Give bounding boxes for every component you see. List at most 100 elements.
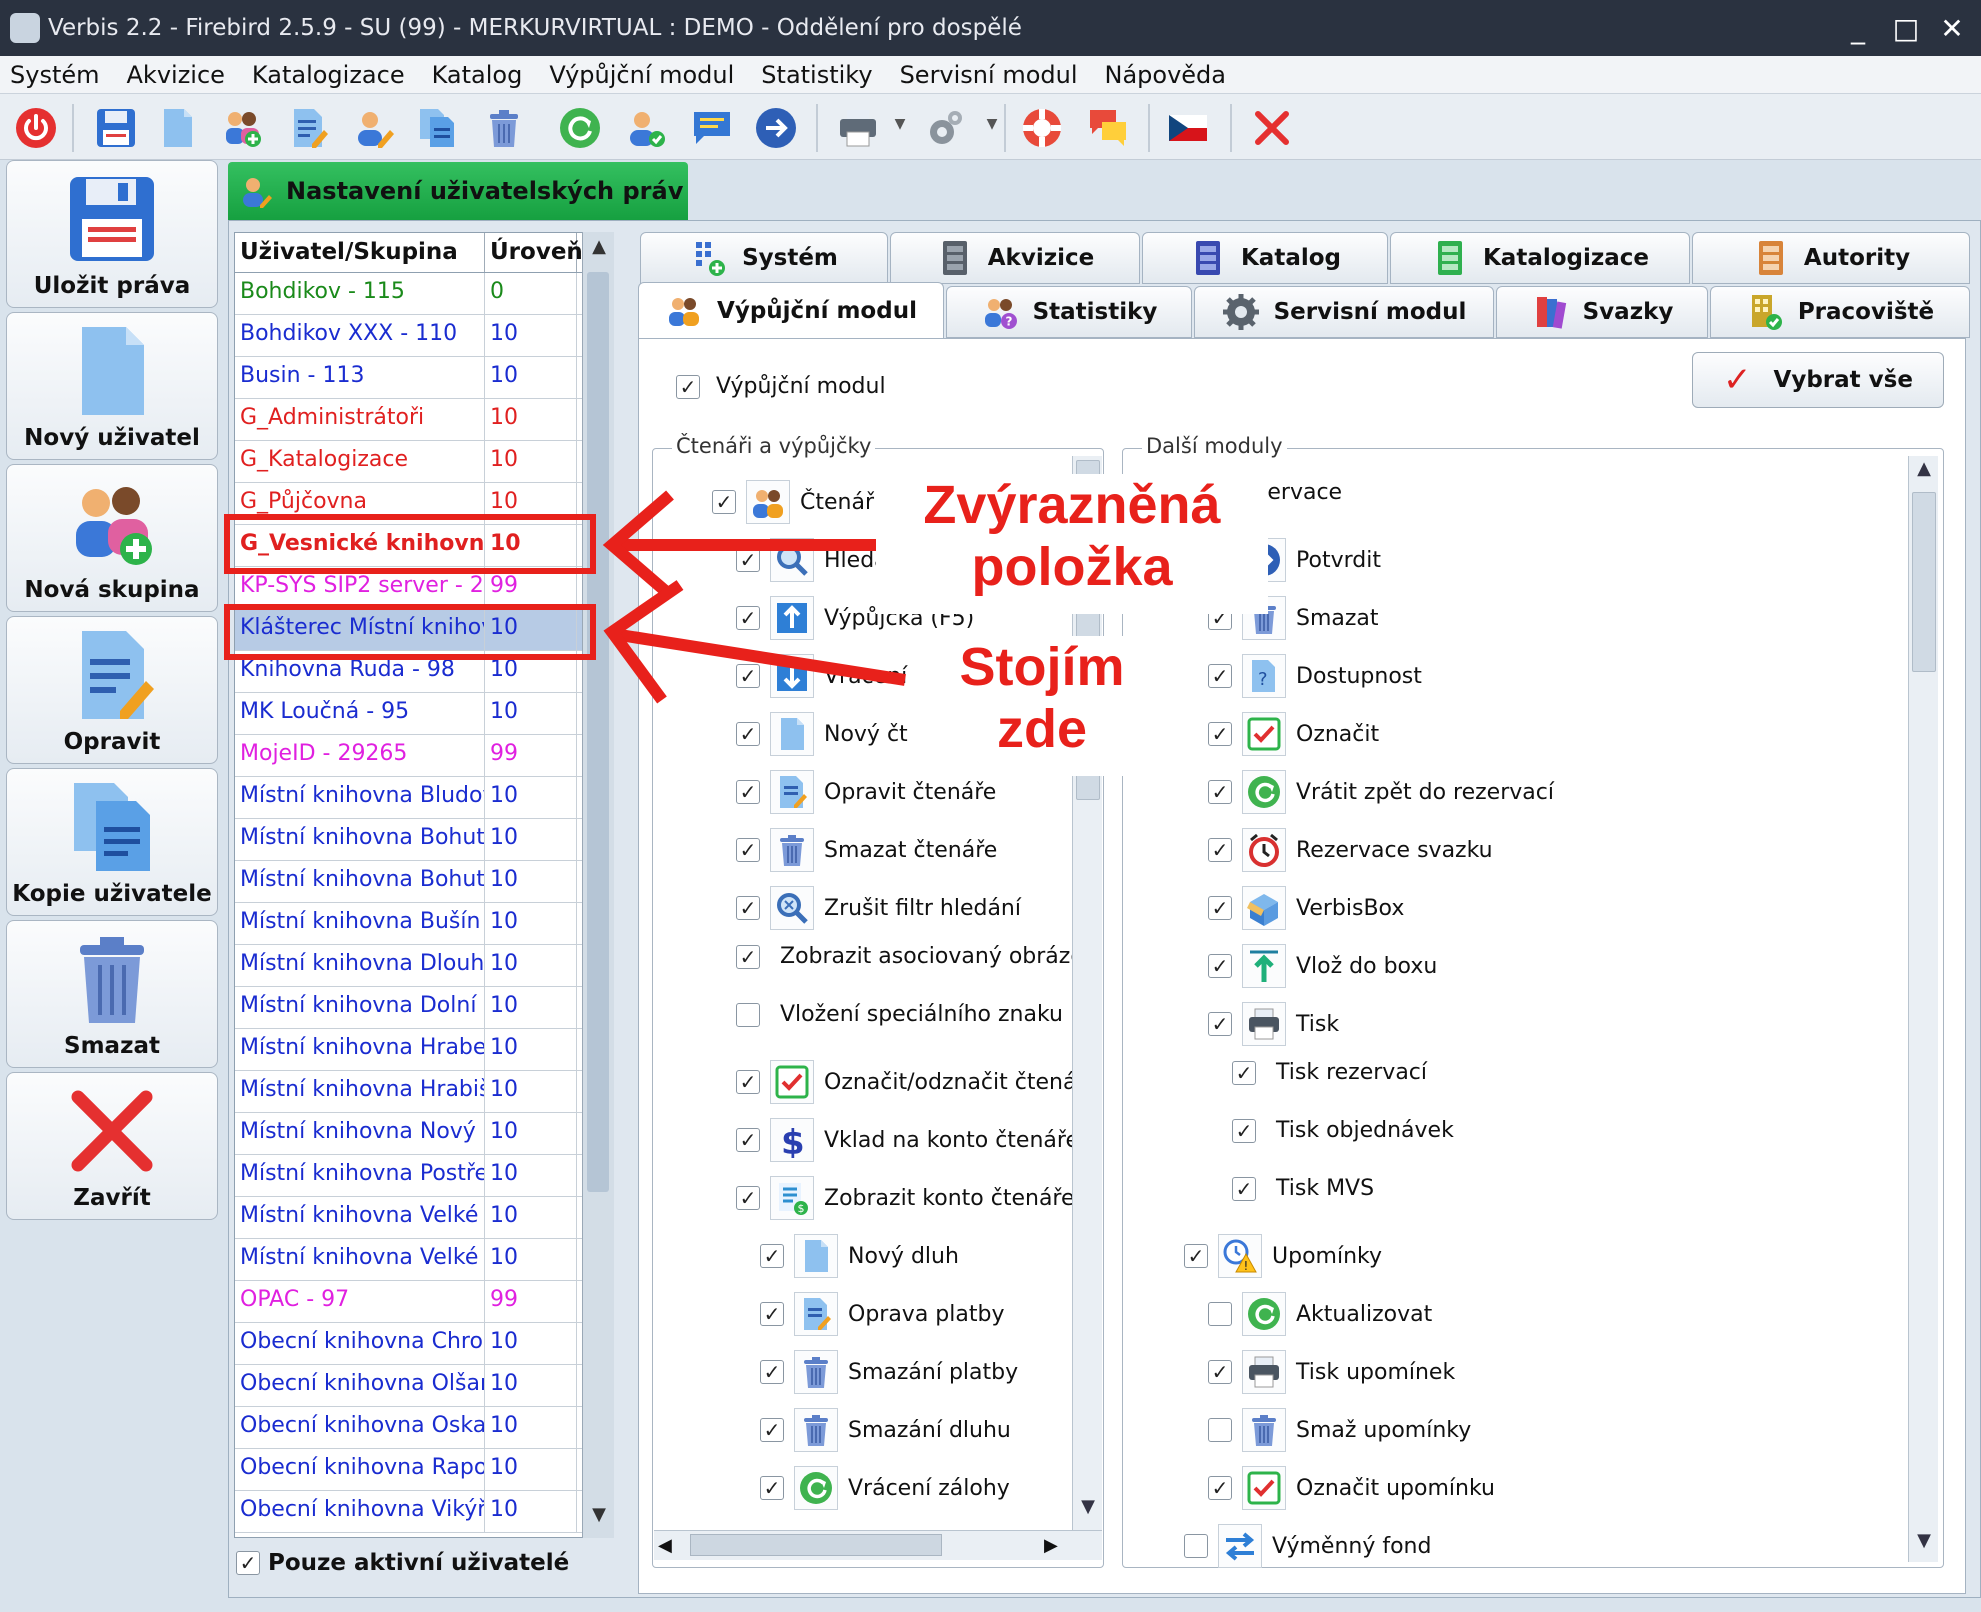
tab-vypujcni-modul[interactable]: Výpůjční modul xyxy=(638,282,944,340)
user-name-cell[interactable]: Místní knihovna Dlouhomil xyxy=(235,945,485,986)
save-rights-button[interactable]: Uložit práva xyxy=(6,160,218,308)
tab-system[interactable]: Systém xyxy=(640,232,888,284)
permission-checkbox[interactable] xyxy=(736,896,760,920)
tab-autority[interactable]: Autority xyxy=(1692,232,1970,284)
user-name-cell[interactable]: Místní knihovna Nový Mali xyxy=(235,1113,485,1154)
menu-katalogizace[interactable]: Katalogizace xyxy=(252,61,405,89)
permission-item[interactable]: Výměnný fond xyxy=(1184,1524,1431,1568)
user-level-cell[interactable]: 10 xyxy=(485,987,577,1028)
permission-item[interactable]: Hledat xyxy=(736,538,896,582)
permission-checkbox[interactable] xyxy=(736,548,760,572)
table-row[interactable]: Místní knihovna Hrabišín -10 xyxy=(235,1071,613,1113)
new-group-button[interactable]: Nová skupina xyxy=(6,464,218,612)
scroll-right-icon[interactable]: ▶ xyxy=(1044,1535,1058,1556)
user-level-cell[interactable]: 10 xyxy=(485,1491,577,1532)
table-row[interactable]: Místní knihovna Hrabenov10 xyxy=(235,1029,613,1071)
permission-item[interactable]: Tisk xyxy=(1208,1002,1339,1046)
user-level-cell[interactable]: 10 xyxy=(485,1365,577,1406)
menu-system[interactable]: Systém xyxy=(10,61,100,89)
permission-item[interactable]: Rezervace svazku xyxy=(1208,828,1493,872)
scroll-left-icon[interactable]: ◀ xyxy=(658,1535,672,1556)
permission-checkbox[interactable] xyxy=(760,1244,784,1268)
user-level-cell[interactable]: 10 xyxy=(485,315,577,356)
table-row[interactable]: Obecní knihovna Chromeč10 xyxy=(235,1323,613,1365)
user-level-cell[interactable]: 99 xyxy=(485,1281,577,1322)
power-button[interactable] xyxy=(8,100,64,156)
toolbar-copy-button[interactable] xyxy=(410,100,466,156)
user-name-cell[interactable]: Busin - 113 xyxy=(235,357,485,398)
menu-katalog[interactable]: Katalog xyxy=(432,61,523,89)
permission-item[interactable]: Vlož do boxu xyxy=(1208,944,1437,988)
user-level-cell[interactable]: 10 xyxy=(485,1155,577,1196)
toolbar-save-button[interactable] xyxy=(88,100,144,156)
readers-hscroll-thumb[interactable] xyxy=(690,1534,942,1556)
table-row[interactable]: Místní knihovna Velké Losi10 xyxy=(235,1197,613,1239)
user-name-cell[interactable]: Místní knihovna Hrabenov xyxy=(235,1029,485,1070)
table-row[interactable]: Busin - 113 10 xyxy=(235,357,613,399)
user-level-cell[interactable]: 10 xyxy=(485,1071,577,1112)
permission-checkbox[interactable] xyxy=(1184,1244,1208,1268)
user-name-cell[interactable]: Místní knihovna Hrabišín - xyxy=(235,1071,485,1112)
table-row[interactable]: G_Administrátoři 10 xyxy=(235,399,613,441)
user-name-cell[interactable]: Místní knihovna Velké Losi xyxy=(235,1239,485,1280)
menu-servisni-modul[interactable]: Servisní modul xyxy=(900,61,1078,89)
permission-checkbox[interactable] xyxy=(736,1002,760,1027)
permission-checkbox[interactable] xyxy=(1208,954,1232,978)
permission-checkbox[interactable] xyxy=(1208,838,1232,862)
table-row[interactable]: Místní knihovna Dlouhomil10 xyxy=(235,945,613,987)
permission-item[interactable]: Zobrazit asociovaný obrázek xyxy=(736,944,1097,969)
user-level-cell[interactable]: 10 xyxy=(485,861,577,902)
table-row[interactable]: Místní knihovna Bohutín -10 xyxy=(235,819,613,861)
user-level-cell[interactable]: 10 xyxy=(485,903,577,944)
toolbar-refresh-button[interactable] xyxy=(552,100,608,156)
menu-napoveda[interactable]: Nápověda xyxy=(1105,61,1227,89)
permission-checkbox[interactable] xyxy=(1208,1476,1232,1500)
other-scroll-thumb[interactable] xyxy=(1912,492,1936,672)
permission-checkbox[interactable] xyxy=(1208,1360,1232,1384)
permission-item[interactable]: ? Dostupnost xyxy=(1208,654,1422,698)
only-active-checkbox[interactable]: Pouze aktivní uživatelé xyxy=(236,1550,569,1576)
print-dropdown[interactable]: ▼ xyxy=(892,116,908,140)
toolbar-edit-user-button[interactable] xyxy=(346,100,402,156)
readers-scrollbar[interactable]: ▼ xyxy=(1072,456,1102,1530)
minimize-button[interactable]: _ xyxy=(1838,8,1878,48)
user-level-cell[interactable]: 10 xyxy=(485,777,577,818)
user-name-cell[interactable]: Místní knihovna Bušín - 12 xyxy=(235,903,485,944)
permission-checkbox[interactable] xyxy=(736,722,760,746)
user-level-cell[interactable]: 10 xyxy=(485,693,577,734)
tab-statistiky[interactable]: ? Statistiky xyxy=(946,286,1192,338)
permission-item[interactable]: Zrušit filtr hledání xyxy=(736,886,1021,930)
table-row[interactable]: Bohdikov - 115 0 xyxy=(235,273,613,315)
permission-item[interactable]: Označit xyxy=(1208,712,1379,756)
tab-akvizice[interactable]: Akvizice xyxy=(890,232,1140,284)
table-row[interactable]: Místní knihovna Dolní Stuc10 xyxy=(235,987,613,1029)
permission-item[interactable]: $ Zobrazit konto čtenáře xyxy=(736,1176,1075,1220)
delete-button[interactable]: Smazat xyxy=(6,920,218,1068)
scroll-thumb[interactable] xyxy=(587,272,609,1192)
user-name-cell[interactable]: Místní knihovna Postřelmc xyxy=(235,1155,485,1196)
permission-checkbox[interactable] xyxy=(736,1070,760,1094)
user-level-cell[interactable]: 99 xyxy=(485,735,577,776)
user-level-cell[interactable]: 10 xyxy=(485,1113,577,1154)
user-level-cell[interactable]: 10 xyxy=(485,1449,577,1490)
permission-item[interactable]: Nový dluh xyxy=(760,1234,959,1278)
table-row[interactable]: Místní knihovna Nový Mali10 xyxy=(235,1113,613,1155)
permission-item[interactable]: Oprava platby xyxy=(760,1292,1004,1336)
permission-checkbox[interactable] xyxy=(736,1186,760,1210)
permission-checkbox[interactable] xyxy=(1208,896,1232,920)
permission-item[interactable]: Opravit čtenáře xyxy=(736,770,996,814)
permission-checkbox[interactable] xyxy=(712,490,736,514)
permission-checkbox[interactable] xyxy=(1232,1118,1256,1143)
permission-checkbox[interactable] xyxy=(736,780,760,804)
permission-item[interactable]: Vrácení zálohy xyxy=(760,1466,1010,1510)
permission-checkbox[interactable] xyxy=(736,838,760,862)
menu-akvizice[interactable]: Akvizice xyxy=(127,61,225,89)
permission-item[interactable]: Tisk rezervací xyxy=(1232,1060,1427,1085)
user-name-cell[interactable]: MK Loučná - 95 xyxy=(235,693,485,734)
only-active-check[interactable] xyxy=(236,1551,260,1575)
user-name-cell[interactable]: OPAC - 97 xyxy=(235,1281,485,1322)
user-level-cell[interactable]: 10 xyxy=(485,945,577,986)
new-user-button[interactable]: Nový uživatel xyxy=(6,312,218,460)
table-row[interactable]: Místní knihovna Velké Losi10 xyxy=(235,1239,613,1281)
edit-button[interactable]: Opravit xyxy=(6,616,218,764)
